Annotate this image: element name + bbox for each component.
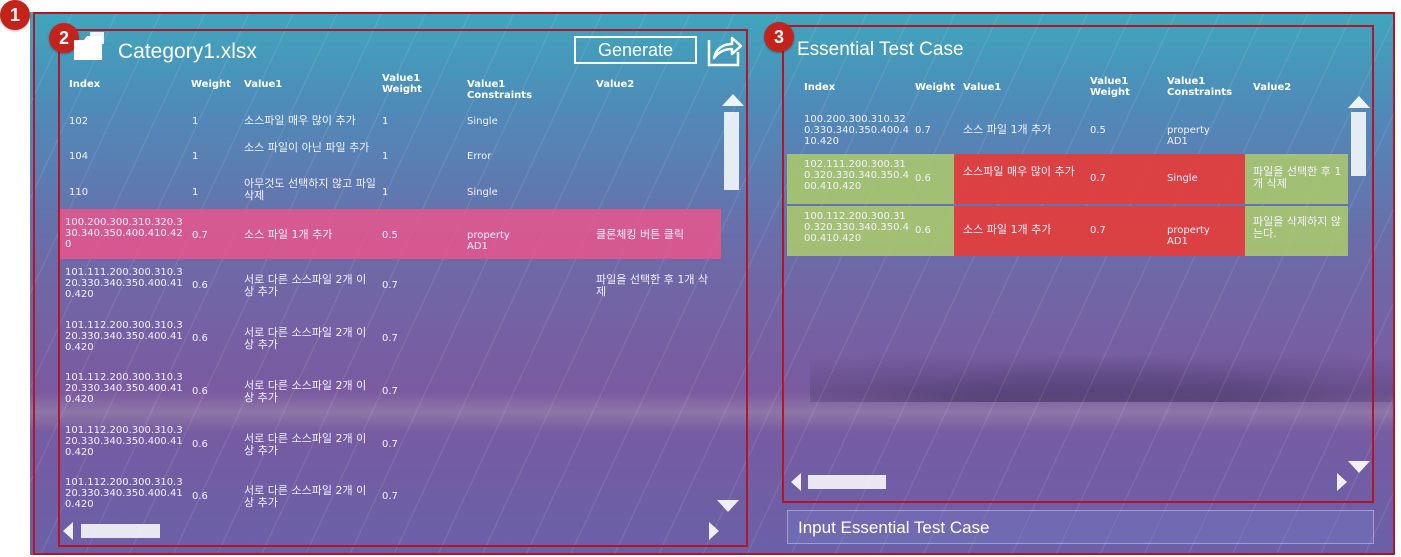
table-row-9-index[interactable]: 101.112.200.300.310.320.330.340.350.400.… [65, 477, 187, 510]
file-name-title: Category1.xlsx [118, 40, 257, 63]
table-row-2-constraints[interactable]: Error [467, 151, 491, 162]
table-row-3-index[interactable]: 110 [69, 187, 88, 198]
table-row-2-value1[interactable]: 소스 파일이 아닌 파일 추가 [244, 142, 376, 154]
table-row-6-value1[interactable]: 서로 다른 소스파일 2개 이상 추가 [244, 327, 372, 351]
table-row-9-value1[interactable]: 서로 다른 소스파일 2개 이상 추가 [244, 485, 372, 509]
table-row-5-weight[interactable]: 0.6 [192, 280, 208, 291]
right-table-row-3-value1-weight[interactable]: 0.7 [1090, 225, 1106, 236]
right-column-header-value2[interactable]: Value2 [1253, 82, 1291, 93]
input-essential-test-case-field[interactable]: Input Essential Test Case [787, 510, 1374, 544]
table-row-8-weight[interactable]: 0.6 [192, 439, 208, 450]
table-row-8-value1[interactable]: 서로 다른 소스파일 2개 이상 추가 [244, 433, 372, 457]
table-row-1-value1[interactable]: 소스파일 매우 많이 추가 [244, 115, 376, 127]
right-column-header-value1-weight[interactable]: Value1 Weight [1090, 76, 1140, 98]
right-scroll-right-icon[interactable] [1337, 473, 1347, 491]
table-row-7-value1-weight[interactable]: 0.7 [382, 386, 398, 397]
right-table-row-2-value2[interactable]: 파일을 선택한 후 1개 삭제 [1253, 166, 1343, 190]
folder-icon[interactable] [72, 30, 106, 62]
table-row-3-value1-weight[interactable]: 1 [382, 187, 388, 198]
column-header-weight[interactable]: Weight [191, 79, 231, 90]
table-row-8-value1-weight[interactable]: 0.7 [382, 439, 398, 450]
right-table-row-3-index[interactable]: 100.112.200.300.310.320.330.340.350.400.… [804, 211, 914, 244]
table-row-3-weight[interactable]: 1 [192, 187, 198, 198]
right-table-row-2-weight[interactable]: 0.6 [915, 173, 931, 184]
table-row-5-value2[interactable]: 파일을 선택한 후 1개 삭제 [596, 274, 716, 298]
table-row-4-weight[interactable]: 0.7 [192, 230, 208, 241]
column-header-value1-weight[interactable]: Value1 Weight [382, 73, 432, 95]
right-table-row-1-value1-weight[interactable]: 0.5 [1090, 125, 1106, 136]
right-scroll-down-icon[interactable] [1348, 461, 1370, 473]
table-row-4-value2[interactable]: 클론체킹 버튼 클릭 [596, 229, 716, 241]
table-row-7-value1[interactable]: 서로 다른 소스파일 2개 이상 추가 [244, 380, 372, 404]
right-scroll-up-icon[interactable] [1348, 96, 1370, 108]
column-header-value2[interactable]: Value2 [596, 79, 634, 90]
table-row-1-index[interactable]: 102 [69, 116, 88, 127]
right-horizontal-scrollbar-thumb[interactable] [808, 475, 886, 489]
right-table-row-2-constraints[interactable]: Single [1167, 173, 1198, 184]
table-row-4-value1-weight[interactable]: 0.5 [382, 230, 398, 241]
right-column-header-index[interactable]: Index [804, 82, 835, 93]
column-header-index[interactable]: Index [69, 79, 100, 90]
right-table-row-3-value1[interactable]: 소스 파일 1개 추가 [963, 224, 1085, 236]
table-row-2-index[interactable]: 104 [69, 151, 88, 162]
right-table-row-3-value2[interactable]: 파일을 삭제하지 않는다. [1253, 216, 1343, 240]
table-row-2-value1-weight[interactable]: 1 [382, 151, 388, 162]
right-table-row-1-weight[interactable]: 0.7 [915, 125, 931, 136]
table-row-8-index[interactable]: 101.112.200.300.310.320.330.340.350.400.… [65, 425, 187, 458]
left-vertical-scrollbar-thumb[interactable] [724, 112, 739, 190]
table-row-3-constraints[interactable]: Single [467, 187, 498, 198]
right-table-row-2-value1[interactable]: 소스파일 매우 많이 추가 [963, 166, 1085, 178]
table-row-5-value1[interactable]: 서로 다른 소스파일 2개 이상 추가 [244, 274, 372, 298]
table-row-4-value1[interactable]: 소스 파일 1개 추가 [244, 229, 376, 241]
annotation-badge-3: 3 [764, 22, 794, 52]
right-table-row-1-index[interactable]: 100.200.300.310.320.330.340.350.400.410.… [804, 114, 914, 147]
scroll-up-icon[interactable] [722, 94, 744, 106]
table-row-9-weight[interactable]: 0.6 [192, 491, 208, 502]
scroll-down-icon[interactable] [717, 500, 739, 512]
right-table-row-3-weight[interactable]: 0.6 [915, 225, 931, 236]
generate-button[interactable]: Generate [574, 36, 697, 64]
right-table-row-1-constraints[interactable]: property AD1 [1167, 125, 1210, 147]
table-row-4-index[interactable]: 100.200.300.310.320.330.340.350.400.410.… [65, 217, 187, 250]
export-icon[interactable] [706, 32, 744, 68]
table-row-1-value1-weight[interactable]: 1 [382, 116, 388, 127]
table-row-3-value1[interactable]: 아무것도 선택하지 않고 파일 삭제 [244, 178, 376, 202]
column-header-value1-constraints[interactable]: Value1 Constraints [467, 79, 532, 101]
right-table-row-2-index[interactable]: 102.111.200.300.310.320.330.340.350.400.… [804, 159, 914, 192]
right-scroll-left-icon[interactable] [791, 473, 801, 491]
table-row-1-constraints[interactable]: Single [467, 116, 498, 127]
right-table-row-3-constraints[interactable]: property AD1 [1167, 225, 1210, 247]
essential-test-case-title: Essential Test Case [797, 39, 964, 60]
table-row-7-weight[interactable]: 0.6 [192, 386, 208, 397]
right-table-row-2-value1-weight[interactable]: 0.7 [1090, 173, 1106, 184]
table-row-4-constraints[interactable]: property AD1 [467, 230, 510, 252]
right-column-header-value1-constraints[interactable]: Value1 Constraints [1167, 76, 1232, 98]
right-table-row-1-value1[interactable]: 소스 파일 1개 추가 [963, 124, 1083, 136]
table-row-5-index[interactable]: 101.111.200.300.310.320.330.340.350.400.… [65, 267, 187, 300]
annotation-badge-1: 1 [0, 0, 30, 30]
table-row-7-index[interactable]: 101.112.200.300.310.320.330.340.350.400.… [65, 372, 187, 405]
right-vertical-scrollbar-thumb[interactable] [1351, 112, 1366, 176]
table-row-6-weight[interactable]: 0.6 [192, 333, 208, 344]
annotation-frame-right [782, 25, 1374, 503]
table-row-6-value1-weight[interactable]: 0.7 [382, 333, 398, 344]
scroll-left-icon[interactable] [63, 522, 73, 540]
table-row-9-value1-weight[interactable]: 0.7 [382, 491, 398, 502]
table-row-2-weight[interactable]: 1 [192, 151, 198, 162]
right-column-header-value1[interactable]: Value1 [963, 82, 1001, 93]
left-horizontal-scrollbar-thumb[interactable] [81, 524, 160, 538]
scroll-right-icon[interactable] [709, 522, 719, 540]
table-row-1-weight[interactable]: 1 [192, 116, 198, 127]
table-row-5-value1-weight[interactable]: 0.7 [382, 280, 398, 291]
table-row-6-index[interactable]: 101.112.200.300.310.320.330.340.350.400.… [65, 320, 187, 353]
column-header-value1[interactable]: Value1 [244, 79, 282, 90]
right-column-header-weight[interactable]: Weight [915, 82, 955, 93]
